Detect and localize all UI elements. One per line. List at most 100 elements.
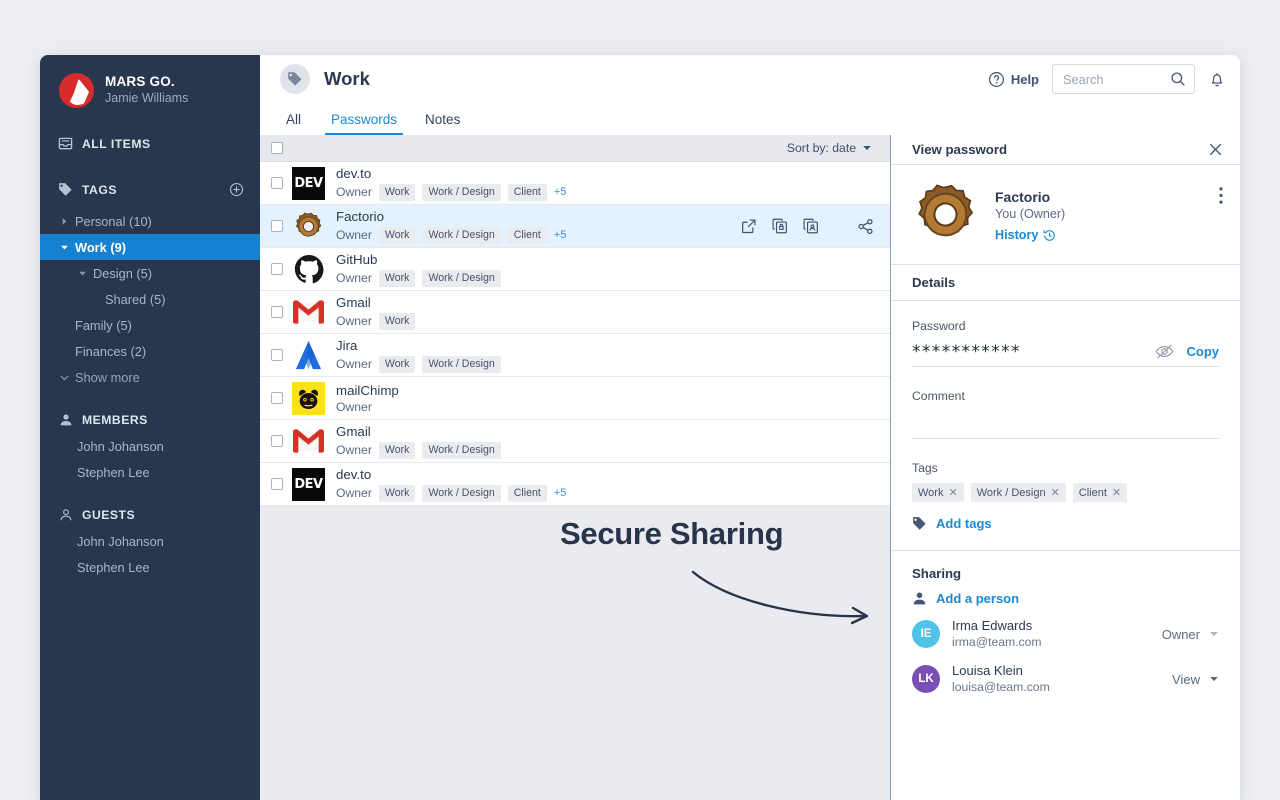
row-checkbox[interactable]: [271, 349, 283, 361]
tab-notes[interactable]: Notes: [411, 112, 474, 135]
bell-icon[interactable]: [1208, 70, 1226, 88]
tab-all[interactable]: All: [280, 112, 317, 135]
table-row[interactable]: Jira Owner Work Work / Design: [260, 334, 890, 377]
copy-password-icon[interactable]: [772, 218, 788, 234]
sidebar-tag-label: Finances (2): [75, 343, 147, 359]
share-icon[interactable]: [857, 218, 874, 235]
topbar: Work Help: [260, 55, 1240, 103]
row-tag[interactable]: Work: [378, 441, 416, 459]
table-row[interactable]: mailChimp Owner: [260, 377, 890, 420]
copy-password-button[interactable]: Copy: [1187, 344, 1220, 359]
history-label: History: [995, 228, 1039, 242]
sidebar-tag-family[interactable]: Family (5): [40, 312, 260, 338]
row-checkbox[interactable]: [271, 306, 283, 318]
brand[interactable]: MARS GO. Jamie Williams: [40, 55, 260, 108]
row-tag[interactable]: Work / Design: [422, 226, 501, 244]
row-tag[interactable]: Work: [378, 226, 416, 244]
password-field[interactable]: *********** Copy: [912, 337, 1219, 367]
table-row[interactable]: DEV dev.to Owner Work Work / Design Clie…: [260, 162, 890, 205]
row-tag[interactable]: Work: [378, 269, 416, 287]
tag-chip[interactable]: Client ✕: [1072, 483, 1128, 502]
panel-header: View password: [891, 135, 1240, 165]
sidebar-tag-finances[interactable]: Finances (2): [40, 338, 260, 364]
tab-passwords[interactable]: Passwords: [317, 112, 411, 135]
remove-tag-icon[interactable]: ✕: [948, 486, 957, 499]
copy-username-icon[interactable]: [803, 218, 819, 234]
help-button[interactable]: Help: [988, 71, 1039, 88]
list-toolbar: Sort by: date: [260, 135, 890, 162]
tag-chip[interactable]: Work / Design ✕: [970, 483, 1066, 502]
comment-field-block: Comment: [912, 389, 1219, 439]
person-role-dropdown[interactable]: Owner: [1162, 627, 1219, 642]
row-tag[interactable]: Work / Design: [422, 484, 501, 502]
sidebar-guest-1[interactable]: John Johanson: [40, 528, 260, 554]
row-checkbox[interactable]: [271, 220, 283, 232]
mailchimp-icon: [292, 381, 325, 415]
row-checkbox[interactable]: [271, 177, 283, 189]
factorio-gear-icon: [912, 181, 979, 248]
row-tag[interactable]: Client: [507, 226, 547, 244]
show-more-label: Show more: [75, 369, 140, 385]
chevron-down-icon: [1209, 674, 1219, 684]
sort-by-dropdown[interactable]: Sort by: date: [787, 141, 872, 155]
row-tag[interactable]: Work: [378, 183, 416, 201]
sidebar-tag-design[interactable]: Design (5): [40, 260, 260, 286]
question-circle-icon: [988, 71, 1005, 88]
more-vertical-icon[interactable]: [1219, 181, 1223, 209]
table-row[interactable]: Gmail Owner Work: [260, 291, 890, 334]
sidebar-show-more[interactable]: Show more: [40, 364, 260, 390]
member-label: Stephen Lee: [77, 464, 150, 480]
row-checkbox[interactable]: [271, 435, 283, 447]
table-row[interactable]: DEV dev.to Owner Work Work / Design Clie…: [260, 463, 890, 506]
row-tag[interactable]: Client: [507, 183, 547, 201]
history-link[interactable]: History: [995, 228, 1056, 242]
list-item[interactable]: LK Louisa Klein louisa@team.com View: [912, 663, 1219, 696]
person-role-dropdown[interactable]: View: [1172, 672, 1219, 687]
sidebar-guest-2[interactable]: Stephen Lee: [40, 554, 260, 580]
row-tag[interactable]: Work: [378, 312, 416, 330]
comment-input[interactable]: [912, 407, 1219, 439]
row-checkbox[interactable]: [271, 478, 283, 490]
sidebar-member-1[interactable]: John Johanson: [40, 433, 260, 459]
close-icon[interactable]: [1208, 142, 1223, 157]
row-tag[interactable]: Work / Design: [422, 441, 501, 459]
chevron-down-icon: [76, 267, 88, 279]
search-box[interactable]: [1052, 64, 1195, 94]
eye-off-icon[interactable]: [1155, 343, 1174, 360]
table-row[interactable]: Gmail Owner Work Work / Design: [260, 420, 890, 463]
external-link-icon[interactable]: [741, 218, 757, 234]
tag-chip[interactable]: Work ✕: [912, 483, 964, 502]
row-tag[interactable]: Work / Design: [422, 355, 501, 373]
search-input[interactable]: [1063, 71, 1170, 87]
sidebar-member-2[interactable]: Stephen Lee: [40, 459, 260, 485]
row-more-tags[interactable]: +5: [554, 487, 567, 499]
row-checkbox[interactable]: [271, 263, 283, 275]
page-tag-icon: [280, 64, 310, 94]
sidebar-tag-shared[interactable]: Shared (5): [40, 286, 260, 312]
list-item[interactable]: IE Irma Edwards irma@team.com Owner: [912, 618, 1219, 651]
add-person-button[interactable]: Add a person: [912, 591, 1219, 606]
row-tag[interactable]: Work / Design: [422, 183, 501, 201]
row-tag[interactable]: Work: [378, 355, 416, 373]
add-tags-button[interactable]: Add tags: [912, 516, 1219, 531]
sidebar-item-all-items[interactable]: ALL ITEMS: [40, 130, 260, 157]
search-icon[interactable]: [1170, 71, 1186, 87]
row-tag[interactable]: Work / Design: [422, 269, 501, 287]
row-checkbox[interactable]: [271, 392, 283, 404]
table-row[interactable]: Factorio Owner Work Work / Design Client…: [260, 205, 890, 248]
chevron-down-icon: [862, 143, 872, 153]
row-tag[interactable]: Client: [507, 484, 547, 502]
add-tag-icon[interactable]: [229, 182, 244, 197]
row-owner: Owner: [336, 228, 372, 243]
sidebar-tag-work[interactable]: Work (9): [40, 234, 260, 260]
remove-tag-icon[interactable]: ✕: [1051, 486, 1060, 499]
sidebar-tag-personal[interactable]: Personal (10): [40, 208, 260, 234]
row-tag[interactable]: Work: [378, 484, 416, 502]
row-more-tags[interactable]: +5: [554, 229, 567, 241]
table-row[interactable]: GitHub Owner Work Work / Design: [260, 248, 890, 291]
remove-tag-icon[interactable]: ✕: [1112, 486, 1121, 499]
sidebar: MARS GO. Jamie Williams ALL ITEMS TAGS P…: [40, 55, 260, 800]
row-more-tags[interactable]: +5: [554, 186, 567, 198]
select-all-checkbox[interactable]: [271, 142, 283, 154]
tag-icon: [58, 182, 73, 197]
